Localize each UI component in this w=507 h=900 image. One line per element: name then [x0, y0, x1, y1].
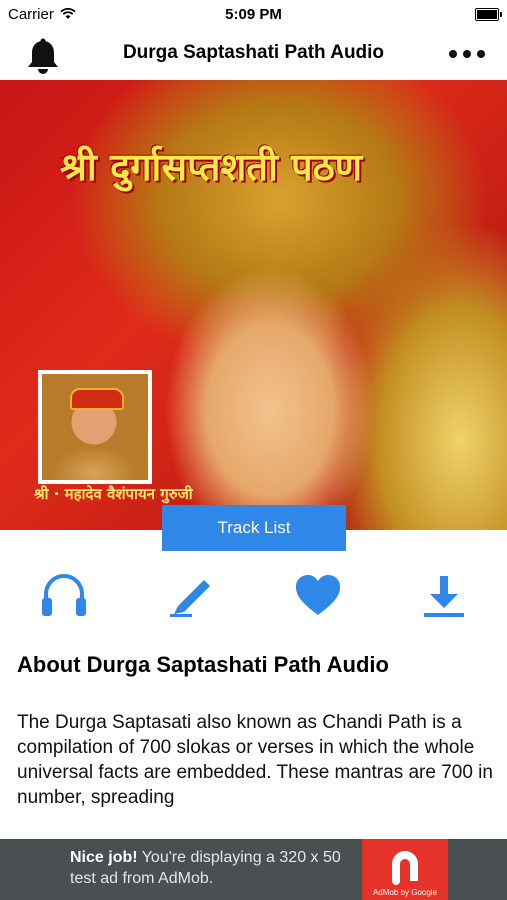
heart-icon[interactable]	[294, 572, 342, 618]
ad-text: Nice job! You're displaying a 320 x 50 t…	[70, 847, 360, 889]
headphones-icon[interactable]	[40, 572, 88, 618]
page-title: Durga Saptashati Path Audio	[122, 42, 385, 63]
about-description: The Durga Saptasati also known as Chandi…	[17, 712, 493, 808]
more-dot	[477, 50, 485, 58]
ad-highlight: Nice job!	[70, 849, 138, 866]
admob-caption: AdMob by Google	[372, 888, 438, 897]
ad-banner[interactable]: Nice job! You're displaying a 320 x 50 t…	[0, 839, 507, 900]
nav-bar: Durga Saptashati Path Audio	[0, 28, 507, 78]
status-bar: Carrier 5:09 PM	[0, 0, 507, 28]
download-icon[interactable]	[420, 572, 468, 618]
track-list-button[interactable]: Track List	[162, 505, 346, 551]
more-dot	[463, 50, 471, 58]
turban-shape	[70, 388, 124, 410]
about-title: About Durga Saptashati Path Audio	[17, 652, 389, 677]
status-time: 5:09 PM	[225, 5, 282, 23]
action-icon-row	[0, 572, 507, 622]
more-options-button[interactable]	[449, 50, 485, 58]
battery-icon	[475, 8, 502, 21]
admob-logo: AdMob by Google	[362, 839, 448, 900]
bell-icon[interactable]	[25, 38, 61, 76]
cover-title: श्री दुर्गासप्तशती पठण	[60, 144, 363, 189]
cover-caption: श्री · महादेव वैशंपायन गुरुजी	[34, 485, 193, 503]
admob-icon	[392, 851, 418, 885]
pen-icon[interactable]	[168, 572, 216, 618]
singer-portrait	[38, 370, 152, 484]
album-cover-image: श्री दुर्गासप्तशती पठण श्री · महादेव वैश…	[0, 80, 507, 530]
more-dot	[449, 50, 457, 58]
